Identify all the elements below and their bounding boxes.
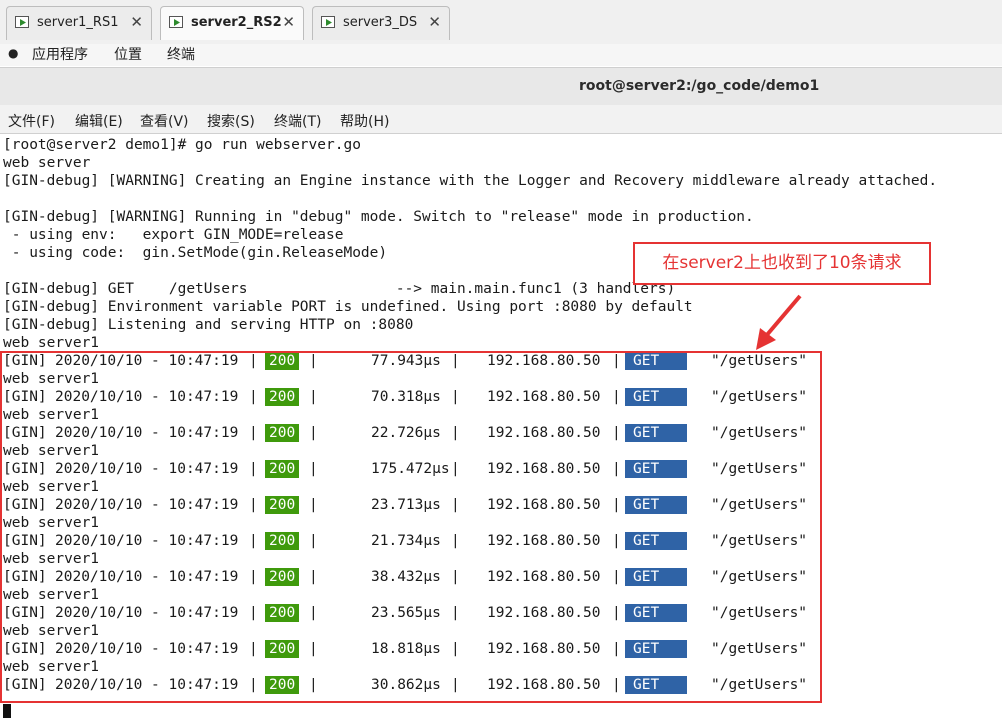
- terminal-line: [root@server2 demo1]# go run webserver.g…: [3, 137, 361, 153]
- window-title-bar: root@server2:/go_code/demo1: [0, 67, 1002, 106]
- tab-label: server2_RS2: [191, 15, 282, 30]
- vm-icon: [321, 16, 335, 28]
- terminal-line: [GIN-debug] GET /getUsers --> main.main.…: [3, 281, 676, 297]
- highlight-box: [0, 351, 822, 703]
- tab-label: server3_DS: [343, 15, 418, 30]
- arrow-icon: [756, 294, 802, 350]
- menu-help[interactable]: 帮助(H): [340, 111, 389, 131]
- close-icon[interactable]: ✕: [428, 13, 441, 31]
- terminal-line: [GIN-debug] [WARNING] Running in "debug"…: [3, 209, 754, 225]
- vm-icon: [169, 16, 183, 28]
- window-title: root@server2:/go_code/demo1: [579, 78, 820, 94]
- menu-terminal-menu[interactable]: 终端(T): [274, 111, 321, 131]
- terminal-line: web server: [3, 155, 91, 171]
- menu-file[interactable]: 文件(F): [8, 111, 55, 131]
- terminal-line: [GIN-debug] Listening and serving HTTP o…: [3, 317, 414, 333]
- annotation-callout: 在server2上也收到了10条请求: [633, 242, 931, 285]
- menu-view[interactable]: 查看(V): [140, 111, 189, 131]
- menu-search[interactable]: 搜索(S): [207, 111, 255, 131]
- desktop-top-menu: ● 应用程序 位置 终端: [0, 44, 1002, 66]
- vm-tab-bar: server1_RS1 ✕ server2_RS2 ✕ server3_DS ✕: [0, 0, 1002, 45]
- terminal-line: web server1: [3, 335, 100, 351]
- tab-server2[interactable]: server2_RS2 ✕: [160, 6, 304, 40]
- menu-applications[interactable]: 应用程序: [32, 44, 88, 64]
- close-icon[interactable]: ✕: [282, 13, 295, 31]
- menu-terminal[interactable]: 终端: [167, 44, 195, 64]
- menu-places[interactable]: 位置: [114, 44, 142, 64]
- vm-icon: [15, 16, 29, 28]
- terminal-cursor: [3, 704, 11, 718]
- apps-icon: ●: [8, 46, 19, 60]
- terminal-line: - using code: gin.SetMode(gin.ReleaseMod…: [3, 245, 388, 261]
- menu-edit[interactable]: 编辑(E): [75, 111, 123, 131]
- terminal-line: [GIN-debug] Environment variable PORT is…: [3, 299, 693, 315]
- terminal-menu-bar: 文件(F) 编辑(E) 查看(V) 搜索(S) 终端(T) 帮助(H): [0, 105, 1002, 134]
- tab-server3[interactable]: server3_DS ✕: [312, 6, 450, 40]
- tab-server1[interactable]: server1_RS1 ✕: [6, 6, 152, 40]
- terminal-line: - using env: export GIN_MODE=release: [3, 227, 344, 243]
- close-icon[interactable]: ✕: [130, 13, 143, 31]
- terminal-line: [GIN-debug] [WARNING] Creating an Engine…: [3, 173, 938, 189]
- tab-label: server1_RS1: [37, 15, 119, 30]
